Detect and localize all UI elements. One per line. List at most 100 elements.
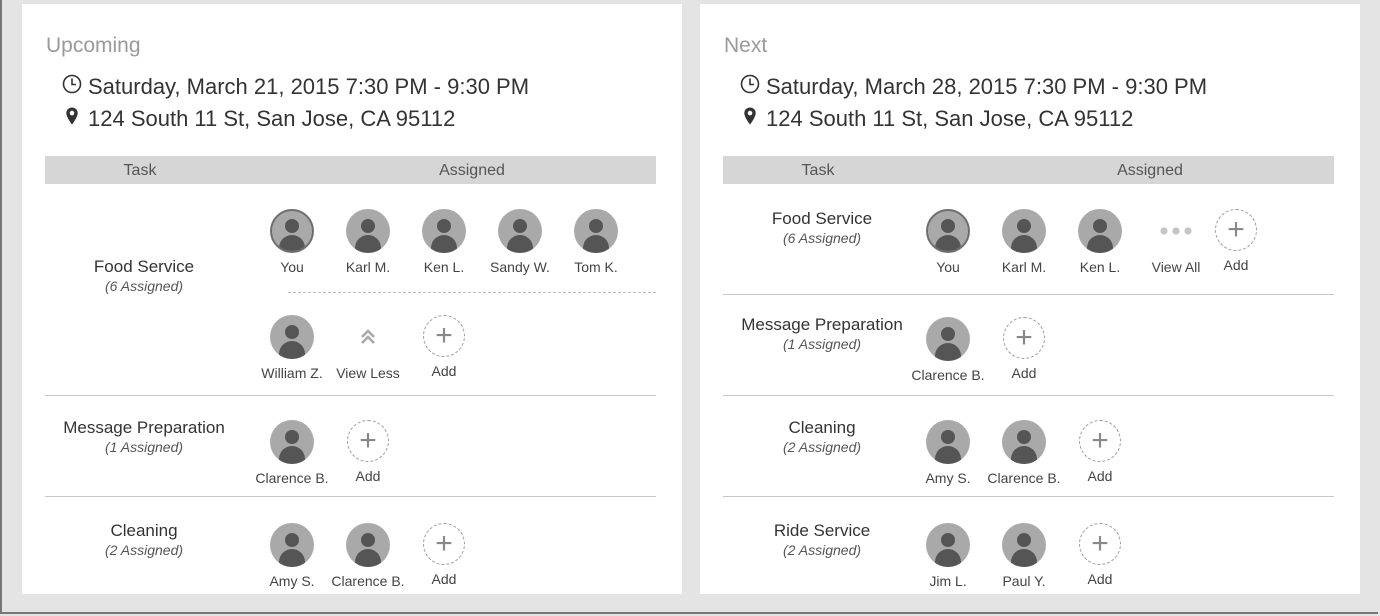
assignee[interactable]: Karl M.	[328, 209, 408, 275]
user-avatar-icon	[926, 317, 970, 361]
task-name: Food Service	[771, 209, 873, 228]
add-assignee-button[interactable]: + Add	[328, 420, 408, 484]
event-date-text: Saturday, March 28, 2015 7:30 PM - 9:30 …	[766, 74, 1208, 99]
assignee-label: Karl M.	[345, 259, 391, 275]
clock-icon	[62, 74, 88, 100]
task-row: Ride Service (2 Assigned) Jim L. Paul Y. + Ad…	[723, 497, 1334, 594]
assignee[interactable]: Clarence B.	[328, 523, 408, 589]
assignee-label: Add	[355, 468, 381, 484]
table-header: Task Assigned	[723, 156, 1334, 184]
task-cell: Ride Service (2 Assigned)	[723, 521, 921, 558]
add-assignee-button[interactable]: + Add	[1196, 209, 1276, 273]
assignee[interactable]: Karl M.	[984, 209, 1064, 275]
task-name: Food Service	[93, 257, 195, 276]
assignee-label: Clarence B.	[911, 367, 985, 383]
assignee[interactable]: Clarence B.	[908, 317, 988, 383]
assignee[interactable]: Sandy W.	[480, 209, 560, 275]
assignee-label: Add	[1087, 468, 1113, 484]
assignee-label: You	[280, 259, 304, 275]
assignee[interactable]: Amy S.	[252, 523, 332, 589]
assignee-label: Add	[1011, 365, 1037, 381]
assignee-label: Karl M.	[1001, 259, 1047, 275]
assignee-label: Add	[431, 571, 457, 587]
add-assignee-button[interactable]: + Add	[984, 317, 1064, 381]
user-avatar-icon	[574, 209, 618, 253]
panel-title: Upcoming	[46, 34, 141, 57]
assignee[interactable]: Clarence B.	[252, 420, 332, 486]
assignee[interactable]: Tom K.	[556, 209, 636, 275]
assignee-label: Clarence B.	[255, 470, 329, 486]
assignee[interactable]: Amy S.	[908, 420, 988, 486]
panel-upcoming: Upcoming Saturday, March 21, 2015 7:30 PM…	[22, 4, 682, 594]
assignee-label: Ken L.	[1079, 259, 1121, 275]
task-cell: Food Service (6 Assigned)	[723, 209, 921, 246]
column-header-task: Task	[801, 162, 835, 179]
task-assigned-count: (2 Assigned)	[782, 439, 862, 455]
user-avatar-icon	[346, 209, 390, 253]
assignee[interactable]: Ken L.	[1060, 209, 1140, 275]
task-cell: Message Preparation (1 Assigned)	[723, 315, 921, 352]
row-divider	[288, 292, 656, 293]
clock-icon	[740, 74, 766, 100]
event-date-text: Saturday, March 21, 2015 7:30 PM - 9:30 …	[88, 74, 530, 99]
add-assignee-button[interactable]: + Add	[404, 315, 484, 379]
panel-next: Next Saturday, March 28, 2015 7:30 PM - 9…	[700, 4, 1360, 594]
task-row: Message Preparation (1 Assigned) Clarence …	[45, 396, 656, 497]
user-avatar-icon	[926, 523, 970, 567]
assignee-you[interactable]: You	[908, 209, 988, 275]
plus-icon: +	[1079, 420, 1121, 462]
user-avatar-icon	[926, 420, 970, 464]
user-avatar-icon	[926, 209, 970, 253]
plus-icon: +	[347, 420, 389, 462]
task-name: Cleaning	[110, 521, 178, 540]
user-avatar-icon	[270, 420, 314, 464]
user-avatar-icon	[422, 209, 466, 253]
assignee-label: Clarence B.	[987, 470, 1061, 486]
assignee[interactable]: Jim L.	[908, 523, 988, 589]
user-avatar-icon	[270, 209, 314, 253]
task-assigned-count: (1 Assigned)	[782, 336, 862, 352]
plus-icon: +	[1215, 209, 1257, 251]
chevron-double-up-icon	[346, 315, 390, 359]
event-address: 124 South 11 St, San Jose, CA 95112	[62, 106, 455, 132]
assignee[interactable]: Ken L.	[404, 209, 484, 275]
assignee-label: Jim L.	[929, 573, 967, 589]
assignee-label: William Z.	[261, 365, 323, 381]
plus-icon: +	[1079, 523, 1121, 565]
user-avatar-icon	[1078, 209, 1122, 253]
ellipsis-icon	[1154, 209, 1198, 253]
event-date: Saturday, March 28, 2015 7:30 PM - 9:30 …	[740, 74, 1207, 100]
task-row: Food Service (6 Assigned) You Karl M. Ken L.…	[45, 187, 656, 396]
add-assignee-button[interactable]: + Add	[1060, 523, 1140, 587]
add-assignee-button[interactable]: + Add	[1060, 420, 1140, 484]
view-less-button[interactable]: View Less	[328, 315, 408, 381]
task-assigned-count: (2 Assigned)	[782, 542, 862, 558]
task-name: Cleaning	[788, 418, 856, 437]
map-pin-icon	[62, 106, 88, 132]
task-assigned-count: (6 Assigned)	[104, 278, 184, 294]
add-assignee-button[interactable]: + Add	[404, 523, 484, 587]
user-avatar-icon	[498, 209, 542, 253]
assignee[interactable]: Paul Y.	[984, 523, 1064, 589]
column-header-assigned: Assigned	[439, 162, 505, 179]
table-header: Task Assigned	[45, 156, 656, 184]
assignee[interactable]: William Z.	[252, 315, 332, 381]
user-avatar-icon	[1002, 420, 1046, 464]
task-row: Cleaning (2 Assigned) Amy S. Clarence B. + Ad…	[45, 497, 656, 594]
user-avatar-icon	[1002, 523, 1046, 567]
task-cell: Cleaning (2 Assigned)	[45, 521, 243, 558]
user-avatar-icon	[270, 523, 314, 567]
assignee-label: Paul Y.	[1002, 573, 1046, 589]
event-address-text: 124 South 11 St, San Jose, CA 95112	[766, 106, 1134, 131]
assignee-label: Ken L.	[423, 259, 465, 275]
assignee-label: View Less	[336, 365, 400, 381]
assignee-label: Add	[1223, 257, 1249, 273]
task-assigned-count: (6 Assigned)	[782, 230, 862, 246]
assignee-you[interactable]: You	[252, 209, 332, 275]
user-avatar-icon	[270, 315, 314, 359]
user-avatar-icon	[1002, 209, 1046, 253]
assignee[interactable]: Clarence B.	[984, 420, 1064, 486]
task-name: Ride Service	[773, 521, 871, 540]
assignee-label: Clarence B.	[331, 573, 405, 589]
assignee-label: Amy S.	[269, 573, 315, 589]
